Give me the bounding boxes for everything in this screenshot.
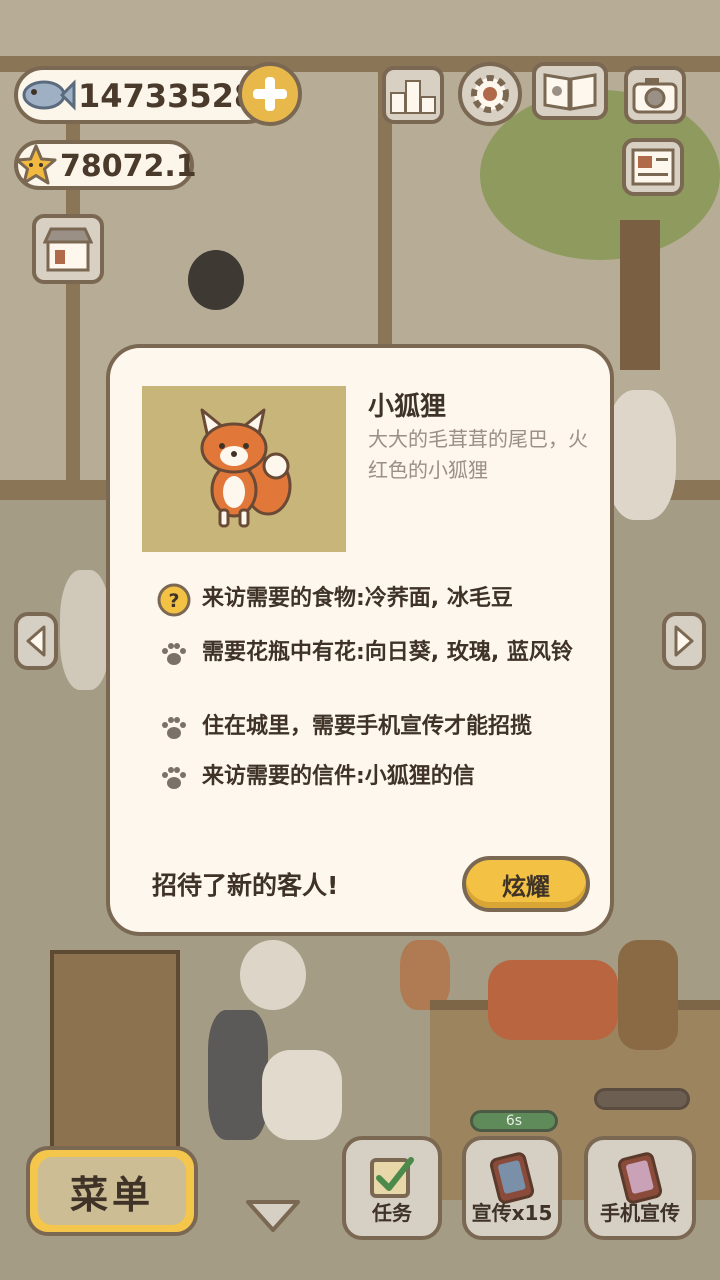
album-icon [543,73,597,111]
promote-label: 宣传x15 [471,1201,553,1225]
camera-button[interactable] [624,66,686,124]
previous-arrow-button[interactable] [14,612,58,670]
task-button[interactable]: 任务 [342,1136,442,1240]
new-guest-message: 招待了新的客人! [152,871,339,900]
star-icon [15,144,57,185]
drink-cabinet [50,950,180,1160]
settings-button[interactable] [458,62,522,126]
guest-figure [240,940,306,1010]
promote-button[interactable]: 宣传x15 [462,1136,562,1240]
chevron-down-icon [246,1200,300,1232]
fish-currency-display: 14733528 [14,66,276,124]
checkbox-icon [370,1157,414,1198]
menu-button[interactable]: 菜单 [26,1146,198,1236]
star-count: 78072.1 [60,149,197,184]
character-portrait [142,386,346,552]
paw-icon [156,710,192,746]
grey-cat-figure [208,1010,268,1140]
character-name: 小狐狸 [368,392,447,422]
requirement-item: 住在城里，需要手机宣传才能招揽 [156,710,576,746]
task-label: 任务 [372,1201,412,1225]
phone-promote-label: 手机宣传 [600,1201,680,1225]
chevron-right-icon [674,625,694,657]
black-cat-figure [188,250,244,310]
fish-count: 14733528 [78,77,257,115]
newspaper-icon [631,148,675,186]
paw-icon [156,636,192,672]
requirement-item: 来访需要的信件:小狐狸的信 [156,760,576,796]
add-currency-button[interactable] [238,62,302,126]
shop-button[interactable] [32,214,104,284]
plus-icon [253,77,287,111]
album-button[interactable] [532,62,608,120]
character-description: 大大的毛茸茸的尾巴，火红色的小狐狸 [368,427,588,482]
next-arrow-button[interactable] [662,612,706,670]
fox-character-image [200,408,292,528]
ranking-icon [390,80,436,114]
svg-text:?: ? [168,590,179,612]
phone-promote-button[interactable]: 手机宣传 [584,1136,696,1240]
chevron-left-icon [26,625,46,657]
paw-icon [156,760,192,796]
phone-promo-progress-bar [594,1088,690,1110]
coffee-grinder [618,940,678,1050]
coffee-machine [488,960,618,1040]
star-rating-display: 78072.1 [14,140,197,190]
menu-label: 菜单 [38,1157,186,1225]
newspaper-button[interactable] [622,138,684,196]
requirement-text: 住在城里，需要手机宣传才能招揽 [202,714,533,739]
requirement-text: 来访需要的食物:冷荞面, 冰毛豆 [202,586,513,611]
white-cat-figure [606,390,676,520]
guest-figure [60,570,110,690]
question-icon: ? [156,582,192,618]
collapse-button[interactable] [244,1196,302,1236]
settings-icon [471,75,509,113]
tree-trunk [620,220,660,370]
new-guest-dialog: 小狐狸 大大的毛茸茸的尾巴，火红色的小狐狸 ? 来访需要的食物:冷荞面, 冰毛豆… [106,344,614,936]
requirement-text: 来访需要的信件:小狐狸的信 [202,764,475,789]
camera-icon [632,78,678,114]
fish-icon [22,79,76,111]
requirement-item: 需要花瓶中有花:向日葵, 玫瑰, 蓝风铃 [156,636,576,672]
dog-figure [262,1050,342,1140]
requirement-text: 需要花瓶中有花:向日葵, 玫瑰, 蓝风铃 [202,640,573,665]
ranking-button[interactable] [382,66,444,124]
promo-timer: 6s [470,1110,558,1132]
shop-icon [43,227,93,272]
requirement-item: ? 来访需要的食物:冷荞面, 冰毛豆 [156,582,576,618]
show-off-button[interactable]: 炫耀 [462,856,590,912]
